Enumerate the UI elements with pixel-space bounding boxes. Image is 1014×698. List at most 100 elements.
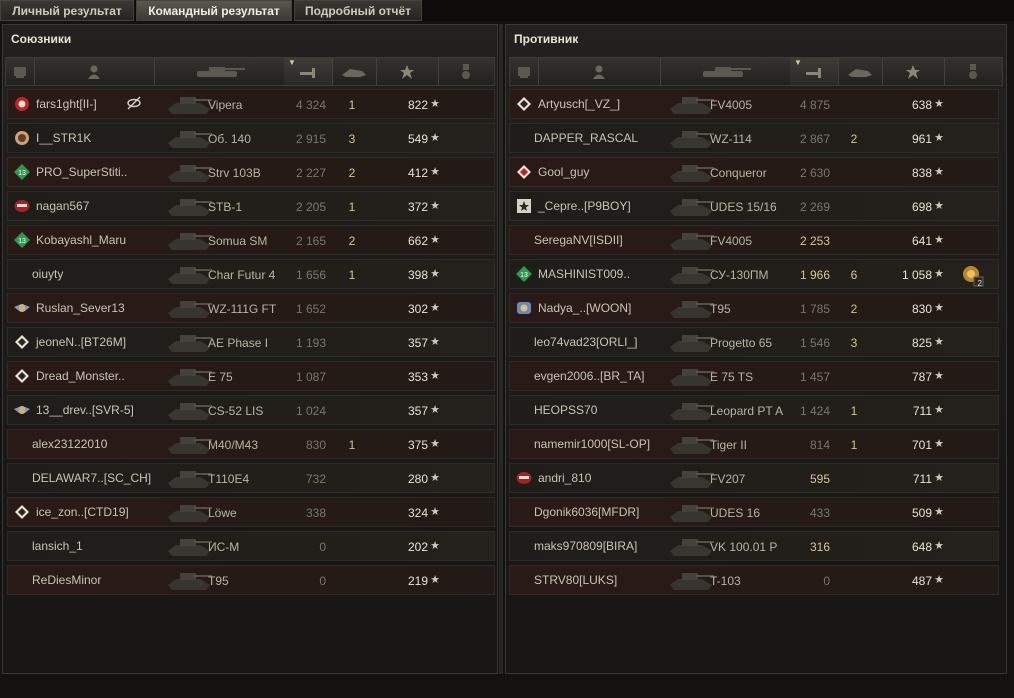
- player-name[interactable]: oiuyty: [32, 267, 63, 281]
- tank-name: FV207: [710, 472, 746, 486]
- player-row[interactable]: Dread_Monster.. E 75 1 087 353 ★: [7, 361, 495, 391]
- player-row[interactable]: _Cepre..[P9BOY] UDES 15/16 2 269 698 ★: [509, 191, 999, 221]
- tab-detailed-report[interactable]: Подробный отчёт: [294, 0, 422, 21]
- player-row[interactable]: DELAWAR7..[SC_CH] T110E4 732 280 ★: [7, 463, 495, 493]
- player-name[interactable]: namemir1000[SL-OP]: [534, 437, 650, 451]
- player-row[interactable]: jeoneN..[BT26M] AE Phase I 1 193 357 ★: [7, 327, 495, 357]
- player-name[interactable]: I__STR1K: [36, 131, 91, 145]
- vehicle-column-icon[interactable]: [660, 58, 791, 85]
- kills-value: 1: [850, 438, 858, 452]
- player-name[interactable]: DELAWAR7..[SC_CH]: [32, 471, 151, 485]
- player-name[interactable]: evgen2006..[BR_TA]: [534, 369, 645, 383]
- experience-value: 698: [911, 200, 932, 214]
- damage-column-icon[interactable]: ▼: [284, 58, 333, 85]
- platoon-column-icon[interactable]: [6, 58, 35, 85]
- damage-value: 4 875: [799, 98, 830, 112]
- player-column-icon[interactable]: [538, 58, 661, 85]
- player-row[interactable]: leo74vad23[ORLI_] Progetto 65 1 546 3 825 ★: [509, 327, 999, 357]
- player-row[interactable]: 13 PRO_SuperStiti.. Strv 103B 2 227 2 412 ★: [7, 157, 495, 187]
- player-name[interactable]: Dread_Monster..: [36, 369, 125, 383]
- player-name[interactable]: STRV80[LUKS]: [534, 573, 617, 587]
- experience-value: 549: [407, 132, 428, 146]
- player-row[interactable]: andri_810 FV207 595 711 ★: [509, 463, 999, 493]
- tank-image: [668, 363, 716, 389]
- player-name[interactable]: 13__drev..[SVR-5]: [36, 403, 134, 417]
- star-icon: ★: [430, 268, 440, 280]
- platoon-column-icon[interactable]: [510, 58, 539, 85]
- tank-name: T95: [710, 302, 731, 316]
- player-row[interactable]: 13__drev..[SVR-5] CS-52 LIS 1 024 357 ★: [7, 395, 495, 425]
- player-name[interactable]: alex23122010: [32, 437, 107, 451]
- player-row[interactable]: Gool_guy Conqueror 2 630 838 ★: [509, 157, 999, 187]
- tab-personal-result[interactable]: Личный результат: [0, 0, 134, 21]
- player-row[interactable]: 13 Kobayashl_Maru Somua SM 2 165 2 662 ★: [7, 225, 495, 255]
- player-name[interactable]: maks970809[BIRA]: [534, 539, 637, 553]
- player-name[interactable]: _Cepre..[P9BOY]: [538, 199, 631, 213]
- player-row[interactable]: Ruslan_Sever13 WZ-111G FT 1 652 302 ★: [7, 293, 495, 323]
- tank-image: [166, 567, 214, 593]
- player-row[interactable]: STRV80[LUKS] T-103 0 487 ★: [509, 565, 999, 595]
- player-row[interactable]: Artyusch[_VZ_] FV4005 4 875 638 ★: [509, 89, 999, 119]
- player-name[interactable]: Artyusch[_VZ_]: [538, 97, 620, 111]
- player-row[interactable]: lansich_1 ИС-М 0 202 ★: [7, 531, 495, 561]
- player-name[interactable]: HEOPSS70: [534, 403, 597, 417]
- player-row[interactable]: alex23122010 M40/M43 830 1 375 ★: [7, 429, 495, 459]
- experience-value: 487: [911, 574, 932, 588]
- player-row[interactable]: DAPPER_RASCAL WZ-114 2 867 2 961 ★: [509, 123, 999, 153]
- experience-column-icon[interactable]: [882, 58, 945, 85]
- damage-value: 830: [305, 438, 326, 452]
- player-row[interactable]: Dgonik6036[MFDR] UDES 16 433 509 ★: [509, 497, 999, 527]
- damage-column-icon[interactable]: ▼: [790, 58, 839, 85]
- player-name[interactable]: leo74vad23[ORLI_]: [534, 335, 637, 349]
- vehicle-column-icon[interactable]: [154, 58, 285, 85]
- player-row[interactable]: 13 MASHINIST009.. СУ-130ПМ 1 966 6 1 058 ★ 2: [509, 259, 999, 289]
- player-row[interactable]: nagan567 STB-1 2 205 1 372 ★: [7, 191, 495, 221]
- kills-column-icon[interactable]: [332, 58, 377, 85]
- tank-image: [668, 397, 716, 423]
- tank-image: [668, 431, 716, 457]
- player-name[interactable]: SeregaNV[ISDII]: [534, 233, 623, 247]
- kills-column-icon[interactable]: [838, 58, 883, 85]
- experience-value: 509: [911, 506, 932, 520]
- player-name[interactable]: fars1ght[II-]: [36, 97, 97, 111]
- player-name[interactable]: andri_810: [538, 471, 591, 485]
- tab-team-result[interactable]: Командный результат: [136, 0, 292, 21]
- experience-column-icon[interactable]: [376, 58, 439, 85]
- player-row[interactable]: ice_zon..[CTD19] Löwe 338 324 ★: [7, 497, 495, 527]
- damage-value: 433: [809, 506, 830, 520]
- medals-column-icon[interactable]: [438, 58, 494, 85]
- svg-text:13: 13: [18, 170, 26, 177]
- star-icon: ★: [430, 132, 440, 144]
- tank-name: E 75 TS: [710, 370, 754, 384]
- player-name[interactable]: PRO_SuperStiti..: [36, 165, 127, 179]
- player-name[interactable]: Kobayashl_Maru: [36, 233, 126, 247]
- player-name[interactable]: jeoneN..[BT26M]: [36, 335, 126, 349]
- player-row[interactable]: oiuyty Char Futur 4 1 656 1 398 ★: [7, 259, 495, 289]
- player-row[interactable]: evgen2006..[BR_TA] E 75 TS 1 457 787 ★: [509, 361, 999, 391]
- player-name[interactable]: ice_zon..[CTD19]: [36, 505, 129, 519]
- player-name[interactable]: lansich_1: [32, 539, 83, 553]
- player-name[interactable]: Nadya_..[WOON]: [538, 301, 631, 315]
- player-name[interactable]: nagan567: [36, 199, 89, 213]
- achievement-medal-icon[interactable]: 2: [960, 263, 984, 288]
- player-row[interactable]: ReDiesMinor T95 0 219 ★: [7, 565, 495, 595]
- player-name[interactable]: Gool_guy: [538, 165, 589, 179]
- tab-bar: Личный результат Командный результат Под…: [0, 0, 1014, 21]
- player-row[interactable]: maks970809[BIRA] VK 100.01 P 316 648 ★: [509, 531, 999, 561]
- experience-value: 787: [911, 370, 932, 384]
- player-name[interactable]: ReDiesMinor: [32, 573, 101, 587]
- player-row[interactable]: fars1ght[II-] Vipera 4 324 1 822 ★: [7, 89, 495, 119]
- player-name[interactable]: Dgonik6036[MFDR]: [534, 505, 639, 519]
- kills-value: 2: [348, 234, 356, 248]
- player-row[interactable]: HEOPSS70 Leopard PT A 1 424 1 711 ★: [509, 395, 999, 425]
- player-row[interactable]: namemir1000[SL-OP] Tiger II 814 1 701 ★: [509, 429, 999, 459]
- player-row[interactable]: Nadya_..[WOON] T95 1 785 2 830 ★: [509, 293, 999, 323]
- player-column-icon[interactable]: [34, 58, 155, 85]
- player-row[interactable]: SeregaNV[ISDII] FV4005 2 253 641 ★: [509, 225, 999, 255]
- player-name[interactable]: DAPPER_RASCAL: [534, 131, 638, 145]
- medals-column-icon[interactable]: [944, 58, 1002, 85]
- player-name[interactable]: Ruslan_Sever13: [36, 301, 125, 315]
- kills-value: 2: [850, 302, 858, 316]
- player-name[interactable]: MASHINIST009..: [538, 267, 630, 281]
- player-row[interactable]: I__STR1K Об. 140 2 915 3 549 ★: [7, 123, 495, 153]
